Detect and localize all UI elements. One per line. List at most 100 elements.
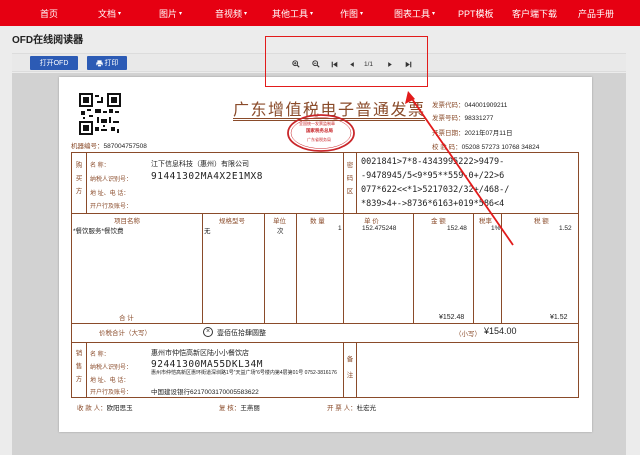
col-divider <box>264 213 265 323</box>
col-divider <box>356 152 357 213</box>
column-header: 单位 <box>273 218 286 225</box>
row-divider <box>71 342 579 343</box>
seal-bottom-text: 广东省税务局 <box>307 137 331 142</box>
seller-bank-label: 开户行及账号： <box>90 390 133 396</box>
print-icon <box>95 59 103 67</box>
col-divider <box>343 342 344 398</box>
nav-label: 客户端下载 <box>512 8 558 19</box>
print-label: 打印 <box>104 60 119 67</box>
seller-name-label: 名 称： <box>90 352 110 358</box>
item-amount: 152.48 <box>447 225 467 232</box>
machine-number: 机器编号：587004757508 <box>71 140 147 150</box>
seal-mid-text: 国家税务总局 <box>306 128 333 133</box>
total-tax: ¥1.52 <box>550 314 568 321</box>
nav-item-client-download[interactable]: 客户端下载 <box>512 0 557 26</box>
open-ofd-label: 打开OFD <box>39 60 69 67</box>
invoice-check-code: 校 验 码：05208 57273 10768 34824 <box>432 141 539 151</box>
invoice-date-value: 2021年07月11日 <box>464 130 513 137</box>
nav-item-media[interactable]: 音视频 ▾ <box>215 0 247 26</box>
annotation-box <box>265 36 428 87</box>
page-title: OFD在线阅读器 <box>12 35 84 46</box>
chevron-down-icon: ▾ <box>360 10 364 17</box>
item-unit-price: 152.475248 <box>362 225 397 232</box>
top-navbar: 首页 文档 ▾ 图片 ▾ 音视频 ▾ 其他工具 ▾ 作图 ▾ 图表工具 ▾ PPT模板 客户… <box>0 0 640 26</box>
chevron-down-icon: ▾ <box>179 10 183 17</box>
invoice-code-label: 发票代码： <box>432 102 465 109</box>
nav-label: 产品手册 <box>578 8 615 19</box>
nav-item-home[interactable]: 首页 <box>40 0 58 26</box>
nav-label: 作图 <box>340 8 359 19</box>
print-button[interactable]: 打印 <box>87 56 127 70</box>
column-header: 税 额 <box>534 218 549 225</box>
seal-top-text: 全国统一发票监制章 <box>299 121 335 126</box>
chevron-down-icon: ▾ <box>310 10 314 17</box>
buyer-name-label: 名 称： <box>90 163 110 169</box>
nav-label: 图表工具 <box>394 8 431 19</box>
invoice-number-value: 98331277 <box>464 115 494 122</box>
chevron-down-icon: ▾ <box>244 10 248 17</box>
cipher-line: *839>4+->8736*6163+019*586<4 <box>361 199 505 209</box>
invoice-number: 发票号码：98331277 <box>432 112 493 122</box>
nav-item-other-tools[interactable]: 其他工具 ▾ <box>272 0 313 26</box>
cipher-area: 0021841>7*8-4343995222>9479- -9478945/5<… <box>361 155 509 211</box>
item-unit: 次 <box>277 228 284 235</box>
seller-tax-label: 纳税人识别号： <box>90 365 133 371</box>
row-divider <box>71 213 579 214</box>
drawer-value: 杜宏光 <box>356 405 377 412</box>
col-divider <box>473 213 474 323</box>
col-divider <box>356 342 357 398</box>
buyer-address-label: 地 址、电 话： <box>90 191 130 197</box>
machine-no-value: 587004757508 <box>103 143 147 150</box>
check-code-value: 05208 57273 10768 34824 <box>461 144 540 151</box>
buyer-tax-label: 纳税人识别号： <box>90 177 133 183</box>
column-header: 单 价 <box>364 218 379 225</box>
col-divider <box>343 213 344 323</box>
cipher-side-label: 密 码 区 <box>346 162 354 195</box>
nav-label: 图片 <box>159 8 178 19</box>
qr-code-icon <box>79 93 121 135</box>
cipher-line: -9478945/5<9*95**559-0+/22>6 <box>361 171 505 181</box>
nav-label: 音视频 <box>215 8 243 19</box>
buyer-name: 江下信息科技（惠州）有限公司 <box>151 161 249 168</box>
column-header: 税率 <box>479 218 492 225</box>
cipher-line: 077*622<<*1>5217032/32+/468-/ <box>361 185 510 195</box>
buyer-side-label: 购 买 方 <box>75 162 83 195</box>
total-amount: ¥152.48 <box>439 314 465 321</box>
item-quantity: 1 <box>338 225 342 232</box>
item-name: *餐饮服务*餐饮费 <box>73 228 124 235</box>
row-divider <box>71 323 579 324</box>
nav-item-document[interactable]: 文档 ▾ <box>98 0 121 26</box>
nav-item-ppt[interactable]: PPT模板 <box>458 0 494 26</box>
buyer-tax-id: 91441302MA4X2E1MX8 <box>151 171 263 182</box>
col-divider <box>202 213 203 323</box>
col-divider <box>86 342 87 398</box>
open-ofd-button[interactable]: 打开OFD <box>30 56 78 70</box>
nav-item-image[interactable]: 图片 ▾ <box>159 0 182 26</box>
close-circle-icon: × <box>203 327 213 337</box>
seller-side-label: 销 售 方 <box>75 350 83 383</box>
seller-address: 惠州市仲恺高新区惠环街道深圳路1号“天益广场”6号楼内第4层第01号 0752-… <box>151 370 337 376</box>
payee-value: 欧阳思玉 <box>106 405 133 412</box>
nav-item-chart-tools[interactable]: 图表工具 ▾ <box>394 0 435 26</box>
grand-total-upper: 壹佰伍拾肆圆整 <box>217 330 266 337</box>
buyer-bank-label: 开户行及账号： <box>90 204 133 210</box>
nav-label: PPT模板 <box>458 8 494 19</box>
invoice-page: 机器编号：587004757508 广东增值税电子普通发票 全国统一发票监制章 … <box>59 77 592 432</box>
col-divider <box>86 152 87 213</box>
col-divider <box>343 152 344 213</box>
reviewer: 复 核：王燕丽 <box>219 402 260 412</box>
check-code-label: 校 验 码： <box>432 144 462 151</box>
item-tax: 1.52 <box>559 225 572 232</box>
grand-small-label: （小写） <box>455 331 481 338</box>
chevron-down-icon: ▾ <box>118 10 122 17</box>
invoice-number-label: 发票号码： <box>432 115 465 122</box>
total-label: 合 计 <box>119 315 134 322</box>
col-divider <box>413 213 414 323</box>
nav-label: 其他工具 <box>272 8 309 19</box>
invoice-date-label: 开票日期： <box>432 130 465 137</box>
nav-item-draw[interactable]: 作图 ▾ <box>340 0 363 26</box>
remark-side-label: 备 注 <box>346 356 354 379</box>
drawer: 开 票 人：杜宏光 <box>327 402 376 412</box>
item-tax-rate: 1% <box>491 225 501 232</box>
nav-item-manual[interactable]: 产品手册 <box>578 0 614 26</box>
